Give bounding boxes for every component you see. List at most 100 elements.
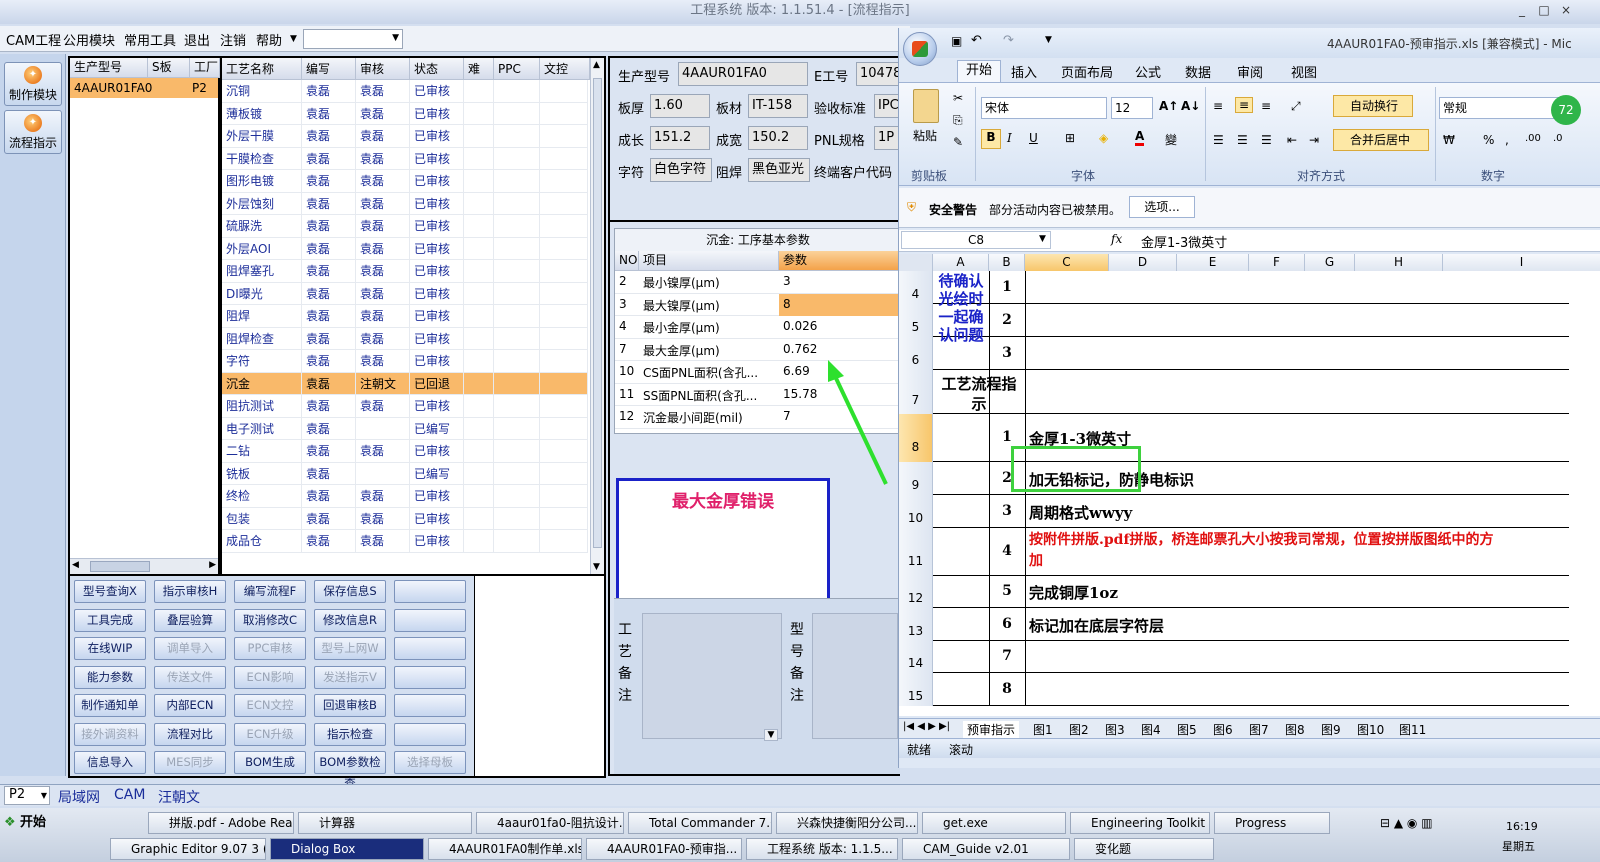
process-row[interactable]: 外层AOI 袁磊 袁磊 已审核 <box>222 237 588 260</box>
sheet-tab[interactable]: 图11 <box>1399 721 1426 738</box>
ribbon-tab[interactable]: 开始 <box>957 60 1002 82</box>
col-header-c[interactable]: C <box>1025 254 1109 271</box>
sheet-nav-icon[interactable]: |◀ ◀ ▶ ▶| <box>903 721 950 732</box>
name-box[interactable]: C8 <box>901 231 1051 249</box>
make-module-button[interactable]: ✦ 制作模块 <box>4 62 62 106</box>
italic-icon[interactable]: I <box>1007 131 1012 145</box>
sheet-tab[interactable]: 预审指示 <box>963 721 1020 738</box>
taskbar-item[interactable]: 变化题 <box>1074 838 1214 860</box>
col-model[interactable]: 生产型号 <box>70 58 148 78</box>
action-button[interactable]: BOM生成 <box>234 751 306 774</box>
sheet-tab[interactable]: 图8 <box>1285 721 1305 738</box>
flow-instruction-cell[interactable]: 工艺流程指示 <box>935 374 1023 414</box>
process-row[interactable]: DI曝光 袁磊 袁磊 已审核 <box>222 282 588 305</box>
sheet-tab[interactable]: 图7 <box>1249 721 1269 738</box>
col-s-board[interactable]: S板 <box>148 58 190 78</box>
action-button[interactable] <box>394 580 466 603</box>
model-hscrollbar[interactable]: ◀ ▶ <box>70 558 218 574</box>
font-color-icon[interactable]: A <box>1135 129 1145 146</box>
action-button[interactable]: BOM参数检查 <box>314 751 386 790</box>
col-difficulty[interactable]: 难 <box>464 58 494 80</box>
sheet-row[interactable]: 12 5 完成铜厚1oz <box>899 576 1569 608</box>
row-header[interactable]: 10 <box>899 495 933 528</box>
process-row[interactable]: 成品仓 袁磊 袁磊 已审核 <box>222 530 588 553</box>
maximize-button[interactable]: □ <box>1536 3 1552 19</box>
process-row[interactable]: 外层蚀刻 袁磊 袁磊 已审核 <box>222 192 588 215</box>
col-header-d[interactable]: D <box>1109 254 1177 271</box>
instruction-cell[interactable]: 完成铜厚1oz <box>1029 582 1118 603</box>
wrap-text-button[interactable]: 自动换行 <box>1333 95 1413 117</box>
params-col-no[interactable]: NO <box>615 251 639 271</box>
sheet-tab[interactable]: 图5 <box>1177 721 1197 738</box>
taskbar-item[interactable]: 4aaur01fa0-阻抗设计... <box>476 812 624 834</box>
action-button[interactable] <box>394 694 466 717</box>
col-doc-control[interactable]: 文控 <box>540 58 590 80</box>
process-row[interactable]: 薄板镀 袁磊 袁磊 已审核 <box>222 102 588 125</box>
align-right-icon[interactable]: ☰ <box>1261 133 1272 147</box>
instruction-cell[interactable]: 按附件拼版.pdf拼版，桥连邮票孔大小按我司常规，位置按拼版图纸中的方 <box>1029 530 1493 550</box>
process-row[interactable]: 铣板 袁磊 已编写 <box>222 462 588 485</box>
process-row[interactable]: 阻焊检查 袁磊 袁磊 已审核 <box>222 327 588 350</box>
close-button[interactable]: × <box>1558 3 1574 19</box>
process-row[interactable]: 包装 袁磊 袁磊 已审核 <box>222 507 588 530</box>
col-header-g[interactable]: G <box>1305 254 1355 271</box>
sheet-row[interactable]: 8 1 金厚1-3微英寸 <box>899 414 1569 462</box>
process-row[interactable]: 阻焊塞孔 袁磊 袁磊 已审核 <box>222 260 588 283</box>
align-center-icon[interactable]: ☰ <box>1237 133 1248 147</box>
taskbar-item[interactable]: 计算器 <box>298 812 472 834</box>
office-button[interactable] <box>903 32 937 66</box>
increase-decimal-icon[interactable]: .00 <box>1525 133 1541 144</box>
tray-icons[interactable]: ⊟ ▲ ◉ ▥ <box>1380 816 1433 830</box>
instruction-cell[interactable]: 周期格式wwyy <box>1029 502 1132 523</box>
menu-exit[interactable]: 退出 <box>184 30 210 49</box>
menu-help[interactable]: 帮助 <box>256 30 282 49</box>
sheet-tab[interactable]: 图1 <box>1033 721 1053 738</box>
taskbar-item[interactable]: Engineering Toolkit 9.0... <box>1070 812 1210 834</box>
item-number-cell[interactable]: 2 <box>989 312 1025 328</box>
action-button[interactable]: MES同步 <box>154 751 226 774</box>
accounting-icon[interactable]: ₩ <box>1443 133 1455 147</box>
underline-icon[interactable]: U <box>1029 131 1038 145</box>
plant-combo[interactable]: P2 ▼ <box>4 786 50 805</box>
decrease-indent-icon[interactable]: ⇤ <box>1287 133 1297 147</box>
solder-mask-field[interactable]: 黑色亚光 <box>748 158 810 182</box>
scroll-thumb[interactable] <box>90 561 150 572</box>
col-factory[interactable]: 工厂 <box>190 58 220 78</box>
item-number-cell[interactable]: 7 <box>989 648 1025 664</box>
material-field[interactable]: IT-158 <box>748 94 808 118</box>
action-button[interactable]: 指示检查 <box>314 722 386 746</box>
taskbar-item[interactable]: CAM_Guide v2.01 <box>902 838 1070 860</box>
action-button[interactable]: 回退审核B <box>314 694 386 717</box>
process-row[interactable]: 外层干膜 袁磊 袁磊 已审核 <box>222 125 588 148</box>
col-ppc[interactable]: PPC <box>494 58 540 80</box>
action-button[interactable]: 选择母板 <box>394 751 466 774</box>
action-button[interactable]: 型号查询X <box>74 580 146 603</box>
process-row[interactable]: 硫脲洗 袁磊 袁磊 已审核 <box>222 215 588 238</box>
row-header[interactable]: 4 <box>899 271 933 304</box>
process-row[interactable]: 干膜检查 袁磊 袁磊 已审核 <box>222 147 588 170</box>
select-all-corner[interactable] <box>899 254 933 271</box>
row-header[interactable]: 7 <box>899 370 933 414</box>
decrease-decimal-icon[interactable]: .0 <box>1553 133 1563 144</box>
align-middle-icon[interactable]: ≡ <box>1235 97 1254 113</box>
align-left-icon[interactable]: ☰ <box>1213 133 1224 147</box>
action-button[interactable]: 传送文件 <box>154 665 226 689</box>
col-header-e[interactable]: E <box>1177 254 1249 271</box>
border-icon[interactable]: ⊞ <box>1065 131 1075 145</box>
menu-cam[interactable]: CAM工程 <box>6 30 61 49</box>
param-row[interactable]: 3 最大镍厚(μm) 8 <box>615 293 899 316</box>
taskbar-item[interactable]: 4AAUR01FA0制作单.xls <box>428 838 582 860</box>
model-row[interactable]: 4AAUR01FA0 P2 <box>70 78 218 98</box>
scroll-up-icon[interactable]: ▲ <box>593 60 600 70</box>
chevron-down-icon[interactable]: ▼ <box>1039 234 1046 244</box>
process-row[interactable]: 图形电镀 袁磊 袁磊 已审核 <box>222 170 588 193</box>
row-header[interactable]: 15 <box>899 673 933 706</box>
params-col-value[interactable]: 参数 <box>779 251 899 271</box>
length-field[interactable]: 151.2 <box>650 126 710 150</box>
process-row[interactable]: 沉铜 袁磊 袁磊 已审核 <box>222 80 588 103</box>
font-name-combo[interactable]: 宋体 <box>981 97 1107 119</box>
process-row[interactable]: 终检 袁磊 袁磊 已审核 <box>222 485 588 508</box>
action-button[interactable] <box>394 665 466 689</box>
ribbon-tab[interactable]: 视图 <box>1291 62 1317 81</box>
col-header-a[interactable]: A <box>933 254 989 271</box>
